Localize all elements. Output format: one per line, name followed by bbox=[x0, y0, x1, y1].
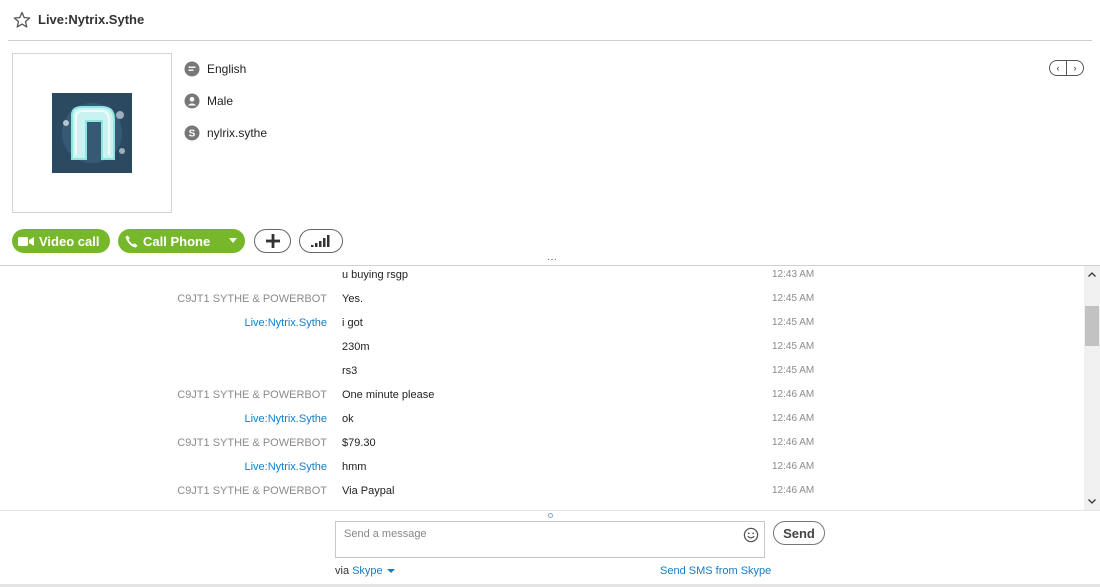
chat-scrollbar[interactable] bbox=[1084, 266, 1100, 510]
message-sender[interactable]: Live:Nytrix.Sythe bbox=[244, 413, 327, 425]
previous-arrow-icon[interactable]: ‹ bbox=[1050, 61, 1067, 75]
message-text: u buying rsgp bbox=[342, 269, 409, 281]
message-timestamp: 12:45 AM bbox=[772, 317, 815, 328]
contact-name-title: Live:Nytrix.Sythe bbox=[38, 12, 145, 27]
chat-history: u buying rsgp 12:43 AM C9JT1 SYTHE & POWER… bbox=[0, 266, 1084, 510]
message-text: 230m bbox=[342, 341, 370, 353]
scroll-thumb[interactable] bbox=[1085, 306, 1099, 346]
video-call-button[interactable]: Video call bbox=[12, 229, 110, 253]
message-timestamp: 12:46 AM bbox=[772, 461, 815, 472]
call-phone-label: Call Phone bbox=[143, 233, 211, 249]
message-sender[interactable]: C9JT1 SYTHE & POWERBOT bbox=[177, 293, 327, 305]
chat-message-row: u buying rsgp 12:43 AM bbox=[0, 266, 1084, 286]
skype-name-value: nylrix.sythe bbox=[207, 126, 268, 140]
language-value: English bbox=[207, 62, 247, 76]
message-sender[interactable]: Live:Nytrix.Sythe bbox=[244, 461, 327, 473]
person-icon bbox=[184, 93, 200, 109]
message-timestamp: 12:45 AM bbox=[772, 365, 815, 376]
message-timestamp: 12:45 AM bbox=[772, 341, 815, 352]
message-sender[interactable]: C9JT1 SYTHE & POWERBOT bbox=[177, 485, 327, 497]
via-selector: via Skype bbox=[335, 565, 395, 577]
via-label: via bbox=[335, 565, 350, 577]
message-input[interactable] bbox=[335, 521, 765, 558]
chevron-down-icon[interactable] bbox=[229, 238, 237, 243]
message-timestamp: 12:43 AM bbox=[772, 269, 815, 280]
conversation-header: Live:Nytrix.Sythe bbox=[0, 0, 1100, 40]
gender-row: Male bbox=[184, 92, 233, 110]
phone-icon bbox=[125, 235, 138, 247]
chat-message-row: C9JT1 SYTHE & POWERBOT $79.30 12:46 AM bbox=[0, 434, 1084, 454]
next-arrow-icon[interactable]: › bbox=[1067, 61, 1083, 75]
skype-icon: S bbox=[184, 125, 200, 141]
call-quality-button[interactable] bbox=[299, 229, 343, 253]
via-service-dropdown[interactable]: Skype bbox=[352, 565, 383, 577]
composer-divider bbox=[0, 510, 1100, 511]
message-text: i got bbox=[342, 317, 363, 329]
scroll-up-icon[interactable] bbox=[1084, 266, 1100, 283]
add-button[interactable] bbox=[254, 229, 291, 253]
speech-bubble-icon bbox=[184, 61, 200, 77]
send-button[interactable]: Send bbox=[773, 521, 825, 545]
chat-message-row: Live:Nytrix.Sythe ok 12:46 AM bbox=[0, 410, 1084, 430]
message-sender[interactable]: C9JT1 SYTHE & POWERBOT bbox=[177, 389, 327, 401]
message-timestamp: 12:45 AM bbox=[772, 293, 815, 304]
message-sender[interactable]: C9JT1 SYTHE & POWERBOT bbox=[177, 437, 327, 449]
message-text: $79.30 bbox=[342, 437, 376, 449]
svg-text:S: S bbox=[189, 129, 196, 140]
scroll-down-icon[interactable] bbox=[1084, 493, 1100, 510]
chat-message-row: C9JT1 SYTHE & POWERBOT One minute please 1… bbox=[0, 386, 1084, 406]
signal-bars-icon bbox=[311, 235, 330, 247]
plus-icon bbox=[265, 234, 280, 248]
chat-message-row: 230m 12:45 AM bbox=[0, 338, 1084, 358]
chat-message-row: C9JT1 SYTHE & POWERBOT Yes. 12:45 AM bbox=[0, 290, 1084, 310]
typing-indicator-icon bbox=[548, 513, 553, 518]
message-text: Yes. bbox=[342, 293, 364, 305]
message-sender[interactable]: Live:Nytrix.Sythe bbox=[244, 317, 327, 329]
chat-message-row: Live:Nytrix.Sythe i got 12:45 AM bbox=[0, 314, 1084, 334]
chat-message-row: Live:Nytrix.Sythe hmm 12:46 AM bbox=[0, 458, 1084, 478]
send-sms-link[interactable]: Send SMS from Skype bbox=[660, 565, 771, 577]
profile-nav-arrows: ‹ › bbox=[1049, 60, 1084, 76]
avatar[interactable] bbox=[12, 53, 172, 213]
chat-message-row: C9JT1 SYTHE & POWERBOT Via Paypal 12:46 AM bbox=[0, 482, 1084, 502]
call-phone-button[interactable]: Call Phone bbox=[118, 229, 245, 253]
message-text: ok bbox=[342, 413, 354, 425]
message-text: One minute please bbox=[342, 389, 435, 401]
message-timestamp: 12:46 AM bbox=[772, 389, 815, 400]
language-row: English bbox=[184, 60, 246, 78]
message-timestamp: 12:46 AM bbox=[772, 413, 815, 424]
avatar-image bbox=[52, 93, 132, 173]
video-camera-icon bbox=[18, 236, 34, 246]
message-text: Via Paypal bbox=[342, 485, 395, 497]
header-divider bbox=[8, 40, 1092, 41]
skype-name-row: S nylrix.sythe bbox=[184, 124, 267, 142]
video-call-label: Video call bbox=[39, 233, 100, 249]
emoticon-icon[interactable] bbox=[743, 527, 759, 543]
message-timestamp: 12:46 AM bbox=[772, 437, 815, 448]
chevron-down-icon[interactable] bbox=[386, 569, 395, 573]
message-timestamp: 12:46 AM bbox=[772, 485, 815, 496]
gender-value: Male bbox=[207, 94, 234, 108]
chat-message-row: rs3 12:45 AM bbox=[0, 362, 1084, 382]
message-text: hmm bbox=[342, 461, 367, 473]
star-icon[interactable] bbox=[13, 11, 31, 29]
resize-handle-icon[interactable]: ··· bbox=[547, 255, 557, 265]
message-text: rs3 bbox=[342, 365, 358, 377]
